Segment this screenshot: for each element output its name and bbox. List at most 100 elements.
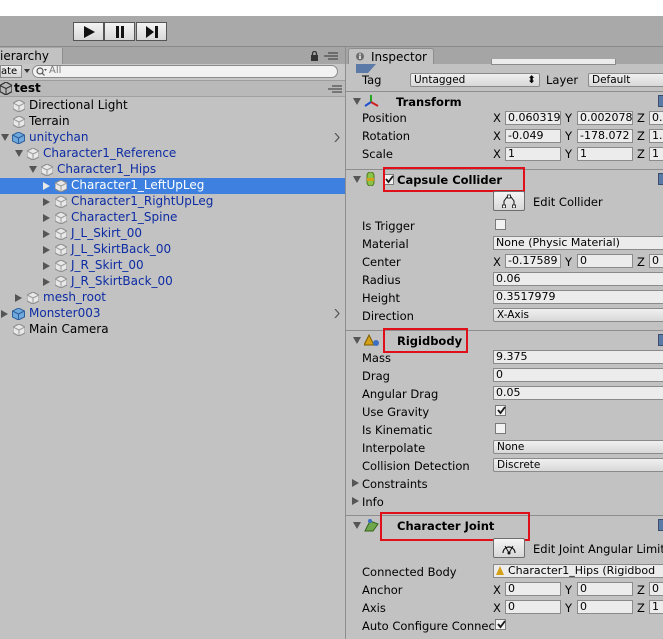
collision-detection-dropdown[interactable]: Discrete bbox=[493, 458, 663, 472]
axis-x-field[interactable]: 0 bbox=[505, 600, 561, 614]
prefab-cube-icon bbox=[12, 132, 25, 144]
connected-body-field[interactable]: Character1_Hips (Rigidbod bbox=[493, 564, 663, 578]
direction-dropdown[interactable]: X-Axis bbox=[493, 308, 663, 322]
hierarchy-item-j-l-skirtback-00[interactable]: J_L_SkirtBack_00 bbox=[0, 242, 345, 258]
foldout-arrow-icon[interactable] bbox=[352, 497, 359, 505]
hierarchy-item-character1-rightupleg[interactable]: Character1_RightUpLeg bbox=[0, 194, 345, 210]
constraints-foldout[interactable]: Constraints bbox=[346, 475, 663, 493]
anchor-z-field[interactable]: 0 bbox=[649, 582, 663, 596]
component-settings-icon[interactable] bbox=[658, 334, 663, 346]
hierarchy-search-input[interactable]: All bbox=[32, 65, 338, 78]
pause-button[interactable] bbox=[104, 22, 135, 41]
lock-icon[interactable] bbox=[310, 51, 319, 61]
gameobject-cube-icon bbox=[55, 196, 67, 208]
material-field[interactable]: None (Physic Material) bbox=[493, 236, 663, 250]
mass-field[interactable]: 9.375 bbox=[493, 350, 663, 364]
angular-drag-field[interactable]: 0.05 bbox=[493, 386, 663, 400]
collapse-arrow-icon[interactable] bbox=[43, 230, 50, 238]
hierarchy-item-directional-light[interactable]: Directional Light bbox=[0, 98, 345, 114]
collapse-arrow-icon[interactable] bbox=[15, 294, 22, 302]
play-button[interactable] bbox=[73, 22, 104, 41]
foldout-arrow-icon[interactable] bbox=[352, 479, 359, 487]
interpolate-dropdown[interactable]: None bbox=[493, 440, 663, 454]
hierarchy-item-j-r-skirtback-00[interactable]: J_R_SkirtBack_00 bbox=[0, 274, 345, 290]
position-z-field[interactable]: 0. bbox=[649, 111, 663, 125]
z-axis-label: Z bbox=[637, 111, 645, 125]
scale-z-field[interactable]: 1 bbox=[649, 147, 663, 161]
hierarchy-item-j-l-skirt-00[interactable]: J_L_Skirt_00 bbox=[0, 226, 345, 242]
foldout-arrow-icon[interactable] bbox=[353, 176, 361, 183]
rigidbody-icon bbox=[364, 334, 379, 346]
anchor-y-field[interactable]: 0 bbox=[577, 582, 633, 596]
collapse-arrow-icon[interactable] bbox=[43, 198, 50, 206]
hierarchy-item-character1-leftupleg[interactable]: Character1_LeftUpLeg bbox=[0, 178, 345, 194]
expand-arrow-icon[interactable] bbox=[29, 166, 37, 173]
collapse-arrow-icon[interactable] bbox=[43, 182, 50, 190]
hierarchy-item-mesh-root[interactable]: mesh_root bbox=[0, 290, 345, 306]
position-x-field[interactable]: 0.060319 bbox=[505, 111, 561, 125]
panel-menu-icon[interactable] bbox=[324, 52, 338, 60]
edit-collider-button[interactable] bbox=[493, 191, 525, 211]
use-gravity-checkbox[interactable] bbox=[495, 405, 506, 416]
gameobject-cube-icon bbox=[55, 212, 67, 224]
foldout-arrow-icon[interactable] bbox=[353, 337, 361, 344]
scale-y-field[interactable]: 1 bbox=[577, 147, 633, 161]
scene-name: test bbox=[14, 81, 41, 95]
drag-field[interactable]: 0 bbox=[493, 368, 663, 382]
material-label: Material bbox=[362, 237, 409, 251]
expand-arrow-icon[interactable] bbox=[1, 134, 9, 141]
collapse-arrow-icon[interactable] bbox=[43, 246, 50, 254]
axis-z-field[interactable]: 1 bbox=[649, 600, 663, 614]
edit-joint-limit-button[interactable] bbox=[493, 538, 525, 558]
collapse-arrow-icon[interactable] bbox=[43, 214, 50, 222]
hierarchy-tab[interactable]: ierarchy bbox=[0, 48, 63, 64]
collapse-arrow-icon[interactable] bbox=[1, 310, 8, 318]
foldout-arrow-icon[interactable] bbox=[353, 522, 361, 529]
collapse-arrow-icon[interactable] bbox=[43, 278, 50, 286]
scene-menu-icon[interactable] bbox=[328, 85, 342, 93]
center-x-field[interactable]: -0.17589 bbox=[505, 254, 561, 268]
hierarchy-item-j-r-skirt-00[interactable]: J_R_Skirt_00 bbox=[0, 258, 345, 274]
rotation-x-field[interactable]: -0.049 bbox=[505, 129, 561, 143]
axis-y-field[interactable]: 0 bbox=[577, 600, 633, 614]
info-foldout[interactable]: Info bbox=[346, 493, 663, 511]
is-trigger-checkbox[interactable] bbox=[495, 219, 506, 230]
expand-arrow-icon[interactable] bbox=[15, 150, 23, 157]
hierarchy-item-unitychan[interactable]: unitychan bbox=[0, 130, 345, 146]
foldout-arrow-icon[interactable] bbox=[353, 98, 361, 105]
radius-field[interactable]: 0.06 bbox=[493, 272, 663, 286]
height-field[interactable]: 0.3517979 bbox=[493, 290, 663, 304]
center-y-field[interactable]: 0 bbox=[577, 254, 633, 268]
is-kinematic-checkbox[interactable] bbox=[495, 423, 506, 434]
inspector-tab[interactable]: Inspector bbox=[348, 48, 434, 64]
scene-header-row[interactable]: test bbox=[0, 81, 345, 97]
prefab-open-arrow-icon[interactable] bbox=[334, 133, 340, 142]
hierarchy-item-main-camera[interactable]: Main Camera bbox=[0, 322, 345, 338]
step-button[interactable] bbox=[136, 22, 167, 41]
transform-title: Transform bbox=[396, 95, 462, 109]
layer-dropdown[interactable]: Default bbox=[588, 73, 663, 87]
transform-header[interactable]: Transform bbox=[346, 91, 663, 112]
position-y-field[interactable]: 0.002078 bbox=[577, 111, 633, 125]
component-settings-icon[interactable] bbox=[658, 519, 663, 531]
tag-dropdown[interactable]: Untagged ⬍ bbox=[410, 73, 540, 87]
auto-configure-checkbox[interactable] bbox=[495, 619, 506, 630]
collapse-arrow-icon[interactable] bbox=[43, 262, 50, 270]
hierarchy-item-character1-hips[interactable]: Character1_Hips bbox=[0, 162, 345, 178]
hierarchy-item-character1-spine[interactable]: Character1_Spine bbox=[0, 210, 345, 226]
hierarchy-item-terrain[interactable]: Terrain bbox=[0, 114, 345, 130]
object-name-field[interactable] bbox=[491, 59, 616, 65]
anchor-x-field[interactable]: 0 bbox=[505, 582, 561, 596]
rotation-z-field[interactable]: 1. bbox=[649, 129, 663, 143]
dropdown-arrows-icon: ⬍ bbox=[527, 74, 536, 86]
scale-x-field[interactable]: 1 bbox=[505, 147, 561, 161]
hierarchy-item-monster003[interactable]: Monster003 bbox=[0, 306, 345, 322]
component-settings-icon[interactable] bbox=[658, 173, 663, 185]
prefab-open-arrow-icon[interactable] bbox=[334, 309, 340, 318]
create-dropdown[interactable]: ate bbox=[0, 65, 22, 78]
hierarchy-item-character1-reference[interactable]: Character1_Reference bbox=[0, 146, 345, 162]
component-settings-icon[interactable] bbox=[658, 95, 663, 107]
center-z-field[interactable]: 0 bbox=[649, 254, 663, 268]
rotation-y-field[interactable]: -178.072 bbox=[577, 129, 633, 143]
y-axis-label: Y bbox=[565, 147, 573, 161]
